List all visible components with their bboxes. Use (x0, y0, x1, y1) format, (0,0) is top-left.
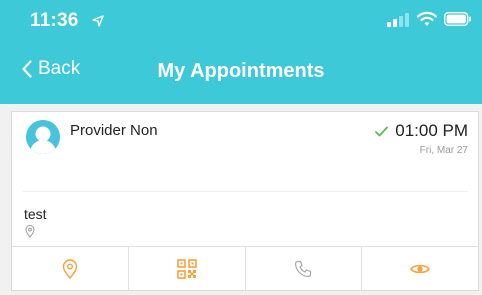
nav-bar: Back My Appointments (0, 44, 482, 100)
signal-icon (387, 13, 409, 32)
status-time: 11:36 (30, 10, 79, 31)
checkmark-icon (375, 124, 388, 142)
phone-icon (295, 260, 312, 278)
app-header: 11:36 Back My Appointments (0, 0, 482, 104)
appointment-time: 01:00 PM (395, 121, 468, 140)
avatar-icon (26, 120, 60, 154)
page-title: My Appointments (157, 60, 325, 82)
call-button[interactable] (246, 247, 363, 291)
location-arrow-icon (92, 14, 104, 32)
location-pin-icon (62, 259, 78, 279)
battery-icon (443, 11, 472, 31)
eye-icon (410, 264, 431, 274)
view-button[interactable] (362, 247, 478, 291)
status-bar: 11:36 (0, 0, 482, 40)
appointment-card[interactable]: Provider Non 01:00 PM Fri, Mar 27 test (11, 111, 479, 291)
provider-name: Provider Non (70, 122, 158, 139)
action-bar (12, 246, 478, 291)
appointment-note: test (24, 206, 47, 222)
divider (23, 191, 468, 192)
qr-code-icon (176, 259, 197, 279)
directions-button[interactable] (12, 247, 129, 291)
wifi-icon (416, 11, 438, 32)
qr-code-button[interactable] (129, 247, 246, 291)
appointment-date: Fri, Mar 27 (419, 145, 468, 156)
map-pin-icon (25, 225, 35, 243)
